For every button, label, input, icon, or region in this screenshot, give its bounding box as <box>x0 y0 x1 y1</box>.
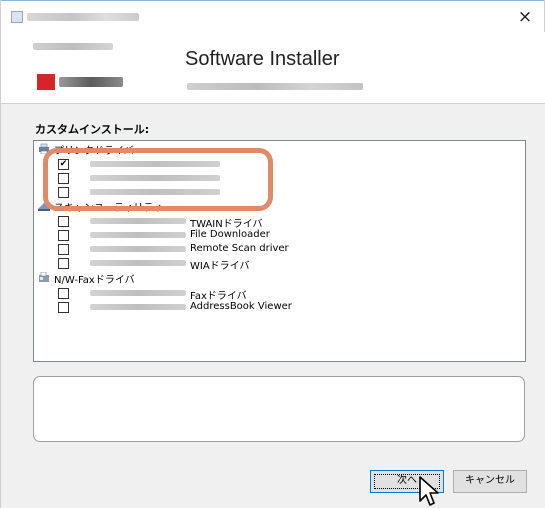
section-label: カスタムインストール: <box>35 123 150 136</box>
tree-item[interactable]: AddressBook Viewer <box>34 301 525 313</box>
item-name-redacted <box>90 232 186 238</box>
close-button[interactable]: × <box>512 5 538 29</box>
tree-group-fax-drivers[interactable]: N/W-Faxドライバ <box>34 272 525 286</box>
tree-item[interactable]: TWAINドライバ <box>34 215 525 230</box>
app-title: Software Installer <box>185 48 340 70</box>
app-icon <box>11 11 23 23</box>
item-name-redacted <box>90 260 186 266</box>
mouse-cursor-icon <box>419 476 439 506</box>
item-name-redacted <box>90 304 186 310</box>
header-banner: Software Installer <box>1 32 545 104</box>
tree-item[interactable]: Faxドライバ <box>34 287 525 302</box>
item-name-redacted <box>90 246 186 252</box>
window-title-redacted <box>27 13 139 21</box>
description-box <box>33 376 525 442</box>
item-checkbox[interactable] <box>58 258 69 269</box>
app-subtitle-redacted <box>187 83 363 90</box>
item-name-redacted <box>90 218 186 224</box>
brand-name-redacted <box>33 43 113 50</box>
item-checkbox[interactable] <box>58 302 69 313</box>
item-checkbox[interactable] <box>58 216 69 227</box>
item-checkbox[interactable] <box>58 244 69 255</box>
installer-window: × Software Installer カスタムインストール: プリンタドライ… <box>0 0 545 508</box>
item-name-redacted <box>90 290 186 296</box>
item-label: AddressBook Viewer <box>190 301 292 312</box>
tree-item[interactable]: WIAドライバ <box>34 257 525 272</box>
item-checkbox[interactable] <box>58 230 69 241</box>
title-bar[interactable]: × <box>1 0 544 32</box>
brand-logo <box>37 74 123 90</box>
item-label: WIAドライバ <box>190 261 250 272</box>
highlight-annotation <box>43 148 273 211</box>
tree-group-label: N/W-Faxドライバ <box>54 275 135 286</box>
tree-item[interactable]: Remote Scan driver <box>34 243 525 255</box>
item-label: Faxドライバ <box>190 291 247 302</box>
fax-icon <box>39 272 49 282</box>
brand-logo-text-redacted <box>59 77 123 87</box>
brand-logo-mark <box>37 74 55 90</box>
item-checkbox[interactable] <box>58 288 69 299</box>
item-label: Remote Scan driver <box>190 243 289 254</box>
tree-item[interactable]: File Downloader <box>34 229 525 241</box>
item-label: File Downloader <box>190 229 270 240</box>
cancel-button[interactable]: キャンセル <box>453 470 527 493</box>
item-label: TWAINドライバ <box>190 219 263 230</box>
